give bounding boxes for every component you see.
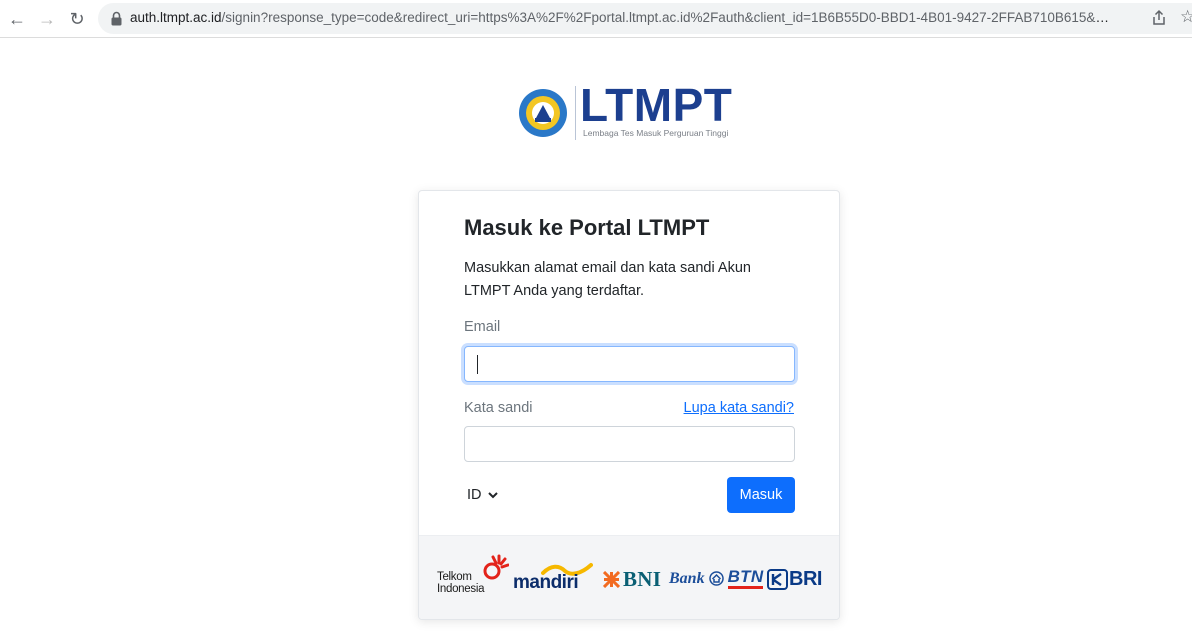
url-path: /signin?response_type=code&redirect_uri=… (221, 10, 1115, 25)
logo-divider (575, 86, 576, 140)
reload-icon[interactable]: ↻ (66, 8, 88, 30)
password-label: Kata sandi (464, 400, 533, 416)
page-title: Masuk ke Portal LTMPT (464, 215, 710, 240)
language-value: ID (467, 487, 482, 503)
lock-icon (111, 11, 122, 26)
bri-mark-icon (767, 569, 788, 590)
bni-text: BNI (623, 567, 662, 591)
login-description: Masukkan alamat email dan kata sandi Aku… (464, 260, 751, 299)
password-field[interactable] (464, 426, 795, 462)
btn-prefix: Bank (669, 569, 705, 587)
bri-logo: BRI (767, 568, 822, 591)
logo-wordmark: LTMPT (580, 79, 733, 131)
telkom-mark-icon (483, 554, 509, 580)
btn-logo: Bank BTN (669, 568, 764, 589)
email-field[interactable] (464, 346, 795, 382)
forward-arrow-icon[interactable]: → (36, 8, 58, 30)
chevron-down-icon (487, 492, 498, 499)
address-bar[interactable]: auth.ltmpt.ac.id/signin?response_type=co… (98, 3, 1192, 34)
text-cursor (477, 355, 478, 374)
btn-text: BTN (727, 568, 764, 589)
partner-logos: Telkom Indonesia mandiri BNI Bank BTN BR… (419, 535, 839, 619)
telkom-line2: Indonesia (437, 583, 485, 595)
browser-toolbar: ← → ↻ auth.ltmpt.ac.id/signin?response_t… (0, 0, 1192, 38)
share-icon[interactable] (1150, 9, 1168, 27)
tut-wuri-handayani-emblem-icon (519, 89, 567, 137)
login-card: Masuk ke Portal LTMPT Masukkan alamat em… (418, 190, 840, 620)
btn-house-icon (708, 571, 724, 586)
telkom-logo: Telkom Indonesia (437, 554, 509, 598)
forgot-password-link[interactable]: Lupa kata sandi? (684, 400, 794, 416)
bni-logo: BNI (603, 567, 661, 592)
bookmark-star-icon[interactable]: ☆ (1180, 7, 1192, 27)
login-button[interactable]: Masuk (727, 477, 795, 513)
ltmpt-logo: LTMPT Lembaga Tes Masuk Perguruan Tinggi (518, 79, 748, 142)
telkom-line1: Telkom (437, 571, 472, 583)
telkom-text: Telkom Indonesia (437, 571, 484, 595)
url-text[interactable]: auth.ltmpt.ac.id/signin?response_type=co… (130, 10, 1115, 25)
back-arrow-icon[interactable]: ← (6, 8, 28, 30)
logo-tagline: Lembaga Tes Masuk Perguruan Tinggi (583, 128, 729, 138)
email-label: Email (464, 319, 501, 335)
url-host: auth.ltmpt.ac.id (130, 10, 222, 25)
mandiri-text: mandiri (513, 572, 579, 593)
bri-text: BRI (789, 568, 822, 590)
mandiri-logo: mandiri (513, 560, 597, 596)
language-selector[interactable]: ID (467, 487, 498, 503)
bni-mark-icon (603, 571, 620, 588)
